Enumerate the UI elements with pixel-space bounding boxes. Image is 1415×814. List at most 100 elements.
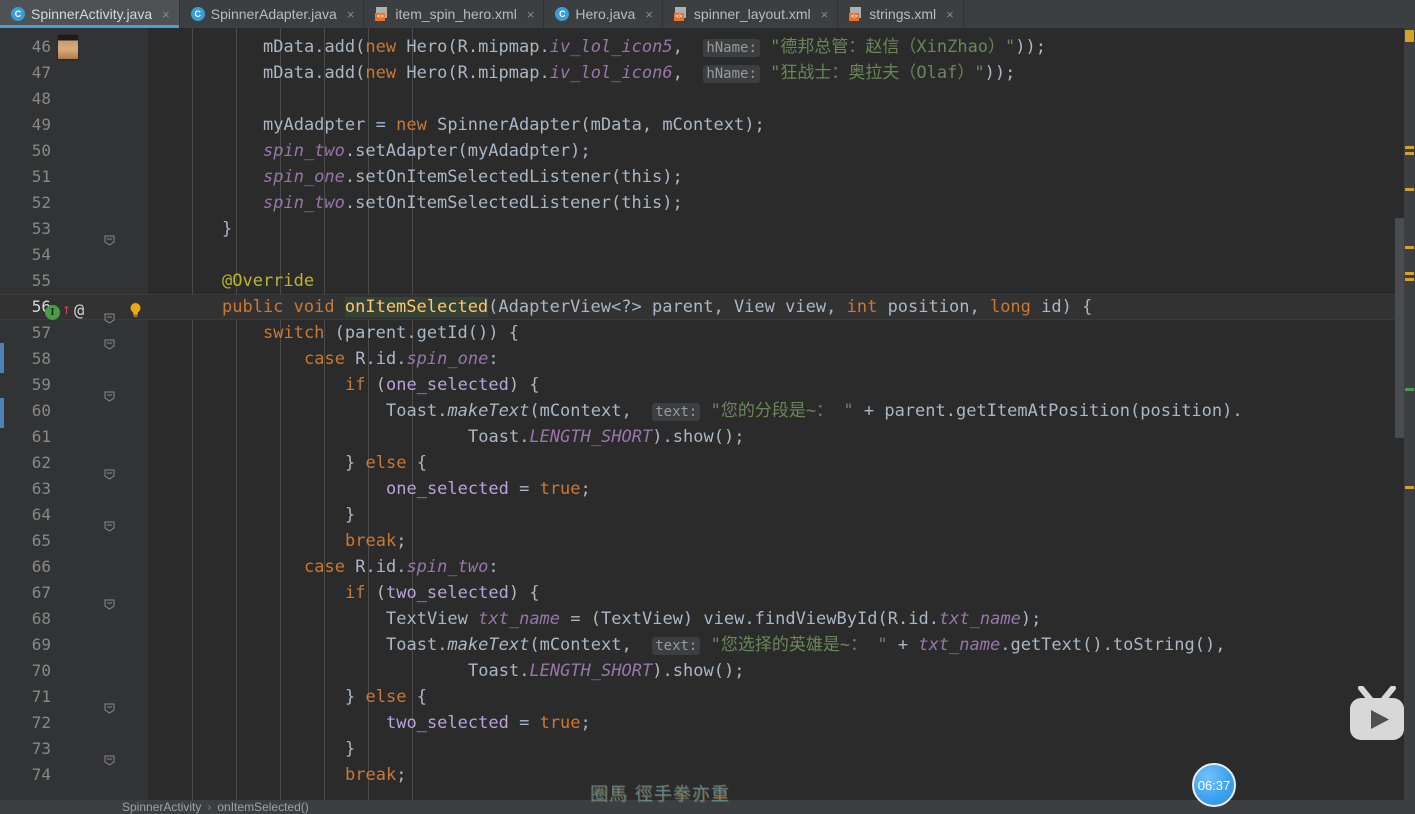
tab-label: Hero.java bbox=[575, 6, 636, 22]
java-class-icon: C bbox=[190, 7, 205, 21]
parameter-hint: text: bbox=[652, 403, 701, 421]
line-number: 74 bbox=[31, 765, 51, 784]
code-line: Toast.LENGTH_SHORT).show(); bbox=[468, 661, 745, 681]
left-marker-stripe bbox=[0, 28, 11, 800]
error-stripe-scrollbar[interactable] bbox=[1404, 28, 1415, 800]
line-number: 73 bbox=[31, 739, 51, 758]
annotation-at-icon: @ bbox=[74, 301, 85, 321]
line-number: 60 bbox=[31, 401, 51, 420]
code-line: spin_two.setOnItemSelectedListener(this)… bbox=[263, 193, 683, 213]
line-number: 46 bbox=[31, 37, 51, 56]
fold-icon[interactable] bbox=[104, 703, 115, 714]
breadcrumb-separator-icon: › bbox=[207, 800, 212, 814]
line-number: 57 bbox=[31, 323, 51, 342]
tab-spinneradapter-java[interactable]: C SpinnerAdapter.java × bbox=[180, 0, 365, 28]
implements-method-icon[interactable]: I bbox=[45, 305, 60, 320]
fold-icon[interactable] bbox=[104, 521, 115, 532]
close-icon[interactable]: × bbox=[946, 8, 954, 21]
code-line: case R.id.spin_two: bbox=[304, 557, 499, 577]
close-icon[interactable]: × bbox=[821, 8, 829, 21]
line-number: 61 bbox=[31, 427, 51, 446]
line-number: 71 bbox=[31, 687, 51, 706]
fold-icon[interactable] bbox=[104, 599, 115, 610]
code-line: public void onItemSelected(AdapterView<?… bbox=[222, 297, 1093, 317]
override-arrow-icon[interactable]: ↑ bbox=[62, 302, 71, 317]
code-line: } bbox=[345, 739, 356, 759]
tab-strings-xml[interactable]: <> strings.xml × bbox=[838, 0, 964, 28]
close-icon[interactable]: × bbox=[162, 8, 170, 21]
tab-label: SpinnerAdapter.java bbox=[210, 6, 337, 22]
fold-icon[interactable] bbox=[104, 391, 115, 402]
author-avatar-icon bbox=[57, 34, 79, 60]
tab-spinner-layout-xml[interactable]: <> spinner_layout.xml × bbox=[663, 0, 839, 28]
line-number: 59 bbox=[31, 375, 51, 394]
code-editor[interactable]: 46 47 48 49 50 51 52 53 54 55 56 57 58 59 60 61 62 63 64 65… bbox=[0, 28, 1415, 800]
fold-icon[interactable] bbox=[104, 339, 115, 350]
code-line: TextView txt_name = (TextView) view.find… bbox=[386, 609, 1042, 629]
code-line: break; bbox=[345, 531, 407, 551]
line-number: 50 bbox=[31, 141, 51, 160]
code-line: } else { bbox=[345, 687, 427, 707]
code-line: Toast.LENGTH_SHORT).show(); bbox=[468, 427, 745, 447]
line-number: 49 bbox=[31, 115, 51, 134]
line-number: 72 bbox=[31, 713, 51, 732]
breadcrumb-method[interactable]: onItemSelected() bbox=[217, 800, 308, 814]
warning-marker[interactable] bbox=[1405, 272, 1414, 275]
code-line: two_selected = true; bbox=[386, 713, 591, 733]
fold-icon[interactable] bbox=[104, 313, 115, 324]
ide-window: C SpinnerActivity.java × C SpinnerAdapte… bbox=[0, 0, 1415, 814]
warning-marker[interactable] bbox=[1405, 246, 1414, 249]
tab-label: SpinnerActivity.java bbox=[31, 6, 153, 22]
line-number: 52 bbox=[31, 193, 51, 212]
vertical-scrollbar-thumb[interactable] bbox=[1395, 218, 1404, 438]
code-line: mData.add(new Hero(R.mipmap.iv_lol_icon6… bbox=[263, 63, 1016, 83]
line-number: 70 bbox=[31, 661, 51, 680]
warning-marker[interactable] bbox=[1405, 188, 1414, 191]
code-line: one_selected = true; bbox=[386, 479, 591, 499]
warning-marker[interactable] bbox=[1405, 486, 1414, 489]
line-number: 66 bbox=[31, 557, 51, 576]
code-line: mData.add(new Hero(R.mipmap.iv_lol_icon5… bbox=[263, 37, 1047, 57]
warning-marker[interactable] bbox=[1405, 152, 1414, 155]
tab-label: item_spin_hero.xml bbox=[395, 6, 517, 22]
tab-item-spin-hero-xml[interactable]: <> item_spin_hero.xml × bbox=[364, 0, 545, 28]
code-line: spin_one.setOnItemSelectedListener(this)… bbox=[263, 167, 683, 187]
warning-marker[interactable] bbox=[1405, 30, 1414, 42]
bilibili-tv-logo-icon bbox=[1344, 685, 1410, 748]
selected-identifier: onItemSelected bbox=[344, 297, 489, 317]
close-icon[interactable]: × bbox=[645, 8, 653, 21]
editor-tab-bar: C SpinnerActivity.java × C SpinnerAdapte… bbox=[0, 0, 1415, 28]
video-watermark: 圈馬 徑手拳亦重 bbox=[590, 784, 730, 805]
code-line: } bbox=[345, 505, 356, 525]
code-line: case R.id.spin_one: bbox=[304, 349, 499, 369]
line-number: 54 bbox=[31, 245, 51, 264]
close-icon[interactable]: × bbox=[347, 8, 355, 21]
fold-icon[interactable] bbox=[104, 755, 115, 766]
xml-file-icon: <> bbox=[375, 7, 389, 21]
fold-icon[interactable] bbox=[104, 235, 115, 246]
line-number: 47 bbox=[31, 63, 51, 82]
countdown-timer-badge[interactable]: 06:37 bbox=[1192, 763, 1236, 807]
line-number: 51 bbox=[31, 167, 51, 186]
tab-spinneractivity-java[interactable]: C SpinnerActivity.java × bbox=[0, 0, 180, 28]
code-line: if (two_selected) { bbox=[345, 583, 540, 603]
line-number: 53 bbox=[31, 219, 51, 238]
line-number: 69 bbox=[31, 635, 51, 654]
tab-hero-java[interactable]: C Hero.java × bbox=[544, 0, 663, 28]
line-number: 62 bbox=[31, 453, 51, 472]
code-line: } else { bbox=[345, 453, 427, 473]
close-icon[interactable]: × bbox=[527, 8, 535, 21]
code-line: if (one_selected) { bbox=[345, 375, 540, 395]
tab-label: spinner_layout.xml bbox=[693, 6, 811, 22]
fold-icon[interactable] bbox=[104, 469, 115, 480]
xml-file-icon: <> bbox=[673, 7, 688, 21]
tab-label: strings.xml bbox=[869, 6, 937, 22]
parameter-hint: hName: bbox=[703, 65, 760, 83]
line-number: 55 bbox=[31, 271, 51, 290]
breadcrumb-class[interactable]: SpinnerActivity bbox=[122, 800, 201, 814]
code-line: Toast.makeText(mContext, text: "您选择的英雄是~… bbox=[386, 635, 1226, 655]
line-number: 48 bbox=[31, 89, 51, 108]
info-marker[interactable] bbox=[1405, 388, 1414, 391]
warning-marker[interactable] bbox=[1405, 146, 1414, 149]
warning-marker[interactable] bbox=[1405, 278, 1414, 281]
